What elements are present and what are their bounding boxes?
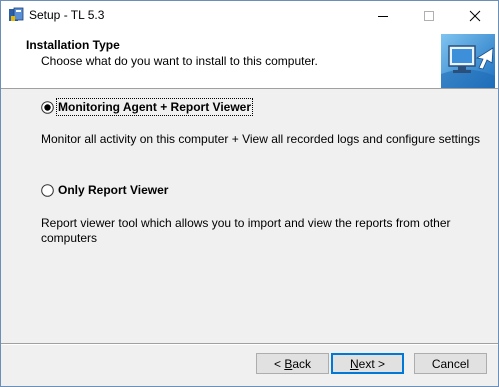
option-label[interactable]: Only Report Viewer [57, 182, 169, 198]
back-button-arrow: < [273, 356, 285, 371]
radio-only-report-viewer[interactable]: Only Report Viewer [41, 182, 169, 198]
page-title: Installation Type [26, 38, 120, 52]
setup-window: Setup - TL 5.3 Installation Type Choose … [0, 0, 499, 387]
setup-app-icon [8, 7, 24, 23]
cancel-button-label: Cancel [431, 356, 470, 371]
radio-unselected-icon[interactable] [41, 183, 54, 197]
close-button[interactable] [452, 1, 498, 31]
footer-divider [1, 343, 498, 345]
next-button-mnemonic: N [349, 356, 359, 371]
cancel-button[interactable]: Cancel [414, 353, 487, 374]
minimize-button[interactable] [360, 1, 406, 31]
window-title: Setup - TL 5.3 [29, 8, 105, 22]
radio-monitoring-agent-report-viewer[interactable]: Monitoring Agent + Report Viewer [41, 98, 254, 116]
option-description: Monitor all activity on this computer + … [41, 132, 481, 146]
next-button-label: ext > [358, 356, 386, 371]
wizard-header: Installation Type Choose what do you wan… [1, 31, 498, 89]
maximize-button[interactable] [406, 1, 452, 31]
computer-install-icon [441, 34, 495, 88]
back-button[interactable]: < Back [256, 353, 329, 374]
wizard-body: Monitoring Agent + Report Viewer Monitor… [1, 89, 498, 339]
next-button[interactable]: Next > [331, 353, 404, 374]
back-button-mnemonic: B [284, 356, 293, 371]
radio-selected-icon[interactable] [41, 100, 54, 114]
option-label[interactable]: Monitoring Agent + Report Viewer [55, 98, 254, 116]
back-button-label: ack [292, 356, 312, 371]
title-bar[interactable]: Setup - TL 5.3 [1, 1, 498, 31]
option-description: Report viewer tool which allows you to i… [41, 216, 451, 245]
page-subtitle: Choose what do you want to install to th… [41, 54, 318, 68]
